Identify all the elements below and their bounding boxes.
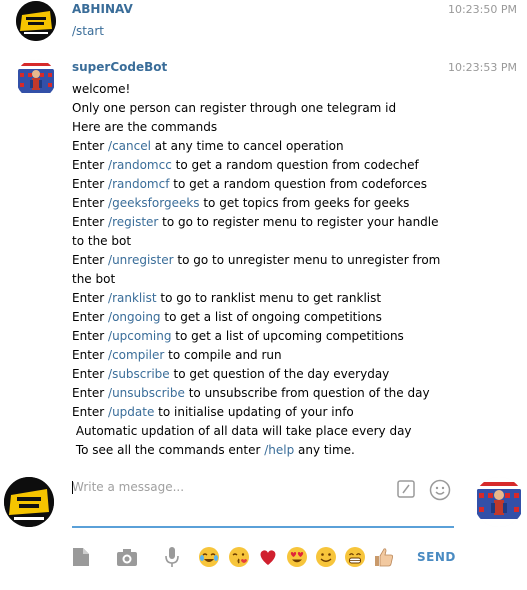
command-line: Enter /unregister to go to unregister me… xyxy=(72,251,452,289)
command-description: to initialise updating of your info xyxy=(154,405,354,419)
command-prefix: Enter xyxy=(72,367,109,381)
thumbs-up-emoji-icon[interactable] xyxy=(373,546,395,568)
command-link[interactable]: /subscribe xyxy=(108,367,170,381)
command-prefix: Enter xyxy=(72,177,109,191)
camera-icon[interactable] xyxy=(116,546,138,568)
command-prefix: Enter xyxy=(72,386,109,400)
command-line: Enter /ongoing to get a list of ongoing … xyxy=(72,308,517,327)
emoji-picker-icon[interactable] xyxy=(429,479,451,501)
command-line: Enter /register to go to register menu t… xyxy=(72,213,452,251)
command-description: any time. xyxy=(294,443,355,457)
command-link[interactable]: /randomcf xyxy=(108,177,169,191)
command-description: to compile and run xyxy=(164,348,282,362)
command-link[interactable]: /unsubscribe xyxy=(108,386,185,400)
command-link[interactable]: /register xyxy=(108,215,158,229)
message-time: 10:23:53 PM xyxy=(447,61,517,74)
command-prefix: Enter xyxy=(72,139,109,153)
command-link[interactable]: /update xyxy=(108,405,154,419)
command-description: to get topics from geeks for geeks xyxy=(199,196,410,210)
command-prefix: Enter xyxy=(72,405,109,419)
command-link[interactable]: /help xyxy=(264,443,294,457)
command-prefix: Enter xyxy=(72,253,109,267)
command-description: to get question of the day everyday xyxy=(169,367,390,381)
command-description: at any time to cancel operation xyxy=(150,139,344,153)
message-line: welcome! xyxy=(72,82,131,96)
message-time: 10:23:50 PM xyxy=(447,3,517,16)
message-text[interactable]: /start xyxy=(72,22,517,41)
command-description: to get a list of ongoing competitions xyxy=(160,310,382,324)
command-link[interactable]: /unregister xyxy=(108,253,174,267)
input-underline xyxy=(72,526,454,528)
avatar-supercodebot[interactable] xyxy=(16,59,56,99)
joy-emoji-icon[interactable] xyxy=(198,546,220,568)
command-line: Enter /unsubscribe to unsubscribe from q… xyxy=(72,384,517,403)
command-link[interactable]: /randomcc xyxy=(108,158,172,172)
message-author[interactable]: ABHINAV xyxy=(72,2,133,16)
command-line: To see all the commands enter /help any … xyxy=(72,441,517,460)
command-line: Enter /upcoming to get a list of upcomin… xyxy=(72,327,517,346)
heart-emoji-icon[interactable] xyxy=(257,546,279,568)
command-line: Enter /randomcf to get a random question… xyxy=(72,175,517,194)
command-line: Enter /subscribe to get question of the … xyxy=(72,365,517,384)
bot-command-icon[interactable] xyxy=(397,480,415,498)
command-link[interactable]: /geeksforgeeks xyxy=(108,196,200,210)
smile-emoji-icon[interactable] xyxy=(315,546,337,568)
grin-emoji-icon[interactable] xyxy=(344,546,366,568)
command-link[interactable]: /ranklist xyxy=(108,291,157,305)
avatar-supercodebot-peer[interactable] xyxy=(474,477,524,527)
command-link[interactable]: /upcoming xyxy=(108,329,171,343)
command-description: to get a random question from codeforces xyxy=(169,177,427,191)
message-abhinav: ABHINAV 10:23:50 PM /start xyxy=(72,2,517,41)
command-prefix: Enter xyxy=(72,310,109,324)
command-line: Enter /cancel at any time to cancel oper… xyxy=(72,137,517,156)
message-body: welcome! Only one person can register th… xyxy=(72,80,517,460)
command-link[interactable]: /cancel xyxy=(108,139,151,153)
command-link[interactable]: /compiler xyxy=(108,348,164,362)
command-description: to get a list of upcoming competitions xyxy=(171,329,404,343)
command-prefix: Enter xyxy=(72,291,109,305)
command-prefix: Enter xyxy=(72,196,109,210)
command-line: Enter /randomcc to get a random question… xyxy=(72,156,517,175)
command-line: Enter /geeksforgeeks to get topics from … xyxy=(72,194,517,213)
command-line: Enter /compiler to compile and run xyxy=(72,346,517,365)
message-line: Automatic updation of all data will take… xyxy=(72,424,412,438)
send-button[interactable]: SEND xyxy=(417,550,456,564)
message-supercodebot: superCodeBot 10:23:53 PM welcome! Only o… xyxy=(72,60,517,460)
command-prefix: To see all the commands enter xyxy=(72,443,265,457)
message-author[interactable]: superCodeBot xyxy=(72,60,167,74)
message-line: Only one person can register through one… xyxy=(72,101,397,115)
command-line: Enter /ranklist to go to ranklist menu t… xyxy=(72,289,517,308)
message-input[interactable] xyxy=(72,476,382,498)
avatar-abhinav[interactable] xyxy=(16,1,56,41)
microphone-icon[interactable] xyxy=(161,546,183,568)
text-cursor xyxy=(72,481,73,494)
message-line: Here are the commands xyxy=(72,120,218,134)
command-prefix: Enter xyxy=(72,158,109,172)
command-prefix: Enter xyxy=(72,329,109,343)
command-description: to unsubscribe from question of the day xyxy=(184,386,430,400)
kiss-emoji-icon[interactable] xyxy=(228,546,250,568)
command-description: to get a random question from codechef xyxy=(171,158,419,172)
command-line: Enter /update to initialise updating of … xyxy=(72,403,517,422)
command-link[interactable]: /ongoing xyxy=(108,310,161,324)
command-prefix: Enter xyxy=(72,348,109,362)
command-description: to go to ranklist menu to get ranklist xyxy=(156,291,382,305)
avatar-self[interactable] xyxy=(4,477,54,527)
command-prefix: Enter xyxy=(72,215,109,229)
heart-eyes-emoji-icon[interactable] xyxy=(286,546,308,568)
document-icon[interactable] xyxy=(70,546,92,568)
